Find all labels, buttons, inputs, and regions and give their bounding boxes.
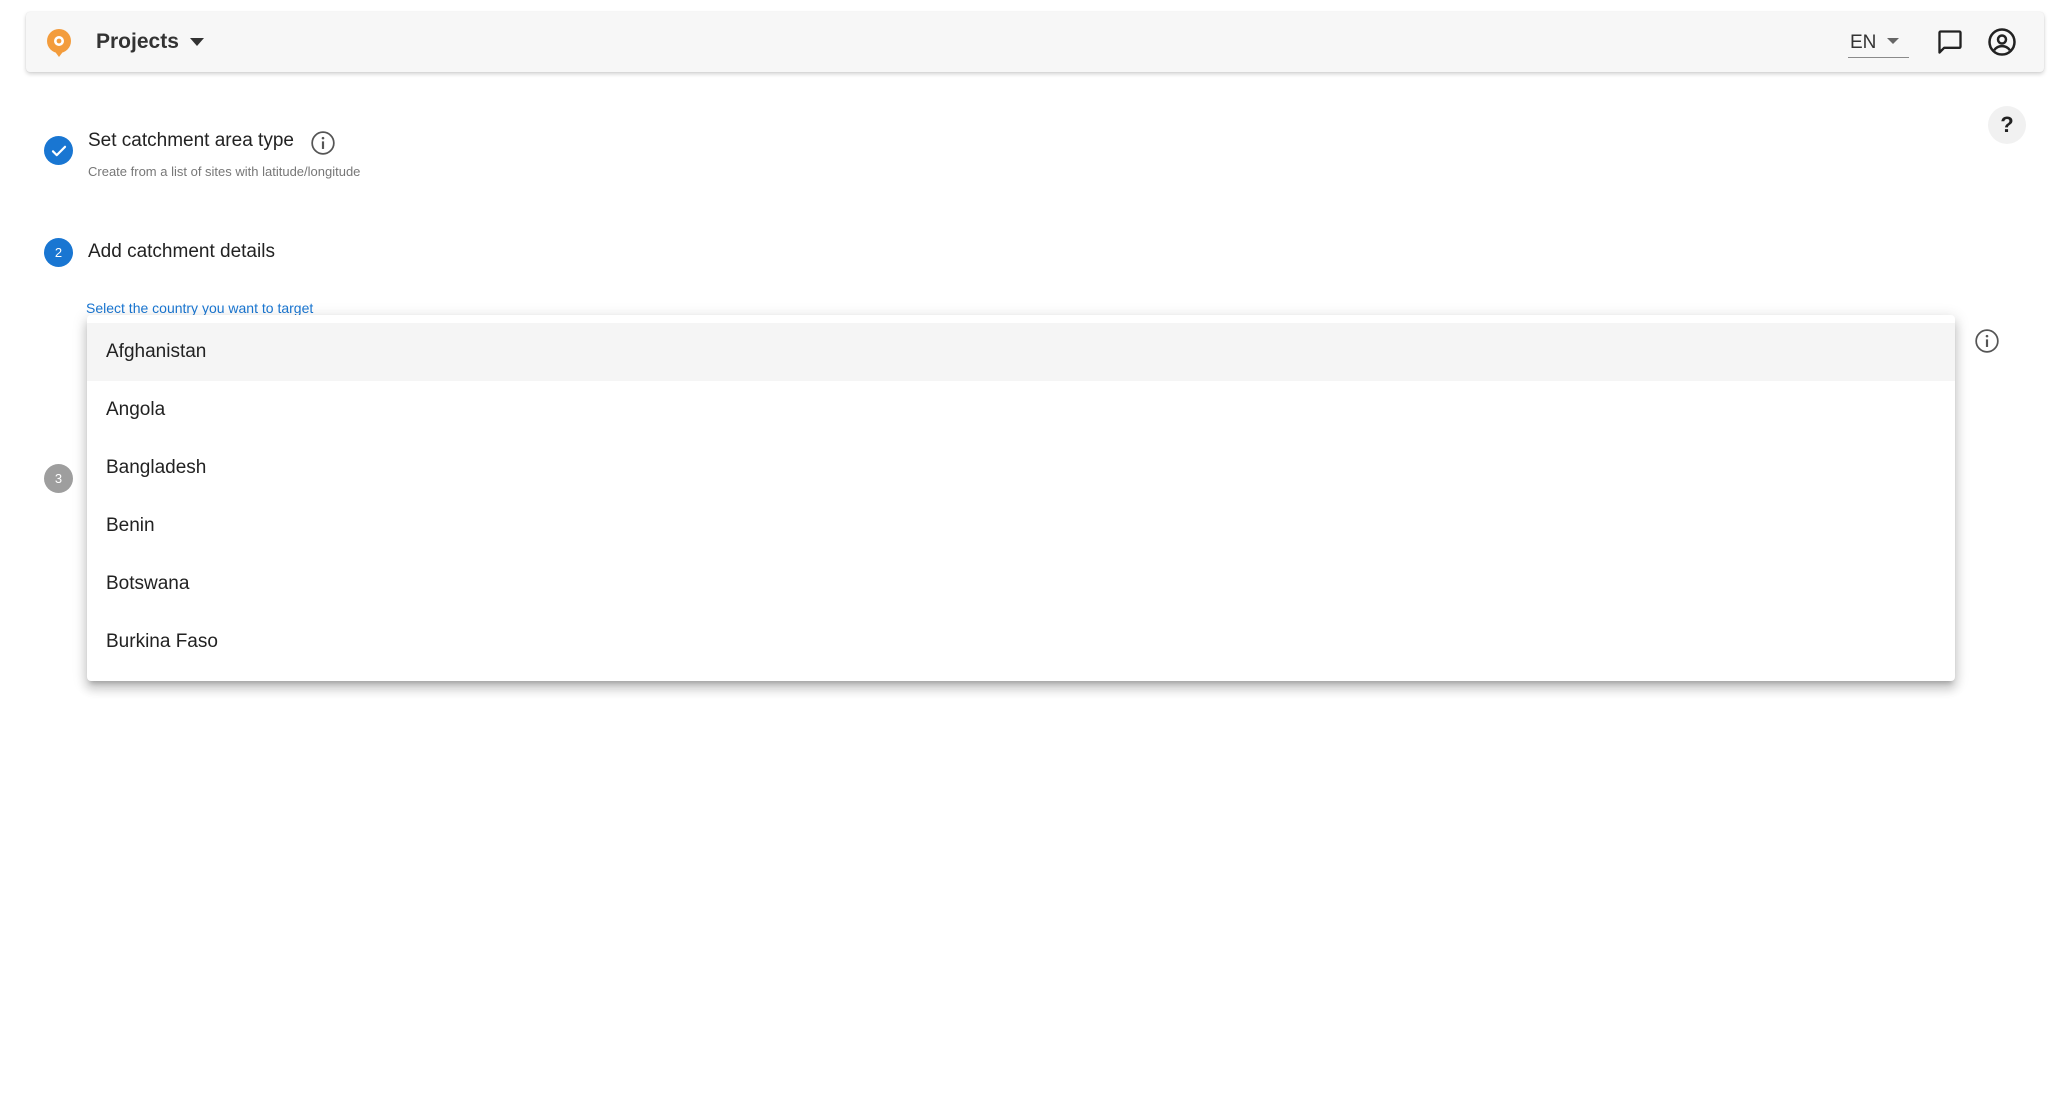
step-2-indicator: 2 — [44, 238, 73, 267]
check-icon — [51, 145, 66, 156]
projects-menu-button[interactable]: Projects — [96, 26, 204, 58]
account-circle-icon — [1988, 28, 2016, 56]
projects-label: Projects — [96, 30, 179, 53]
chat-bubble-icon — [1938, 30, 1962, 54]
country-option[interactable]: Benin — [87, 497, 1955, 555]
location-pin-logo-icon[interactable] — [44, 28, 74, 58]
language-select[interactable]: EN — [1848, 28, 1909, 58]
country-option[interactable]: Burkina Faso — [87, 613, 1955, 671]
caret-down-icon — [189, 38, 204, 46]
step-2-title: Add catchment details — [88, 241, 275, 262]
language-value: EN — [1850, 31, 1877, 53]
feedback-button[interactable] — [1932, 24, 1968, 60]
help-button[interactable]: ? — [1988, 106, 2026, 144]
step-1-title[interactable]: Set catchment area type — [88, 130, 294, 152]
country-option[interactable]: Botswana — [87, 555, 1955, 613]
step-1-subtitle: Create from a list of sites with latitud… — [88, 164, 361, 179]
top-app-bar: Projects EN — [26, 12, 2044, 72]
step-3-indicator: 3 — [44, 464, 73, 493]
info-icon[interactable] — [310, 130, 336, 156]
caret-down-icon — [1887, 38, 1899, 44]
country-option[interactable]: Angola — [87, 381, 1955, 439]
country-dropdown-menu: Afghanistan Angola Bangladesh Benin Bots… — [87, 315, 1955, 681]
step-1-completed-indicator — [44, 136, 73, 165]
country-option[interactable]: Bangladesh — [87, 439, 1955, 497]
account-button[interactable] — [1984, 24, 2020, 60]
country-option[interactable]: Afghanistan — [87, 323, 1955, 381]
country-field-label: Select the country you want to target — [86, 300, 314, 316]
info-icon[interactable] — [1974, 328, 2000, 354]
